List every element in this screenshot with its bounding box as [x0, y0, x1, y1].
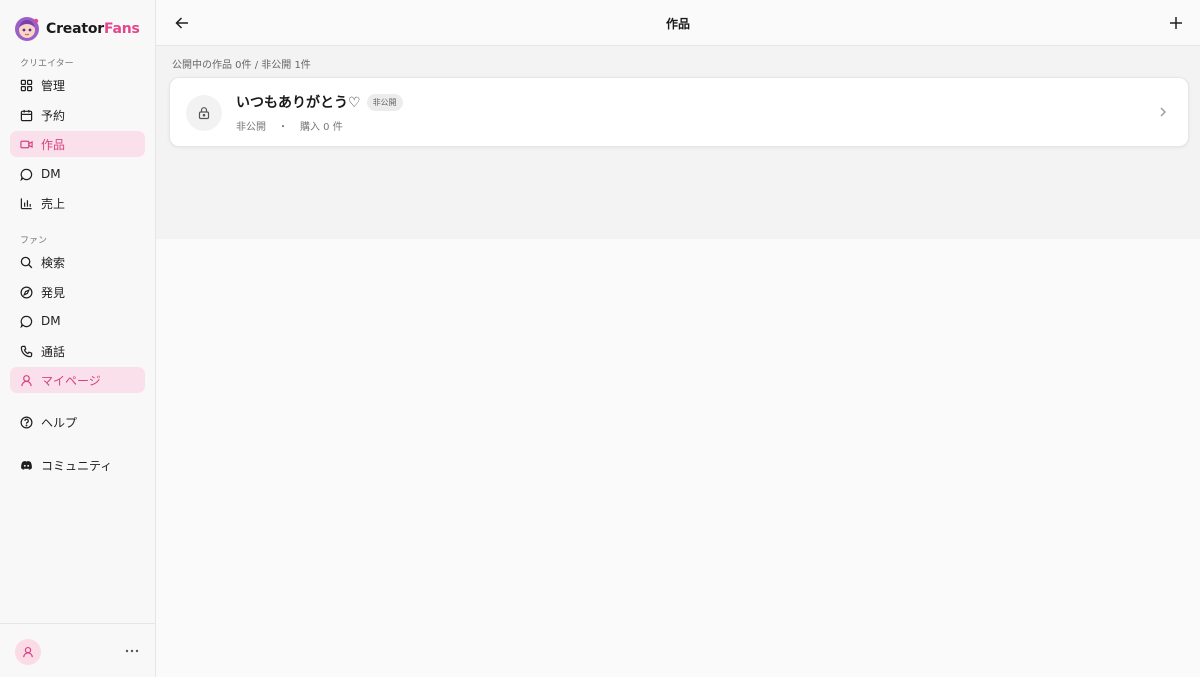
user-icon	[20, 374, 33, 387]
sidebar-item-label: DM	[41, 314, 61, 328]
compass-icon	[20, 286, 33, 299]
chat-bubble-icon	[20, 315, 33, 328]
sidebar-item-label: 検索	[41, 255, 66, 270]
work-title-row: いつもありがとう♡ 非公開	[236, 92, 403, 112]
status-badge: 非公開	[366, 93, 403, 111]
work-title: いつもありがとう♡	[236, 95, 361, 111]
sidebar-item-label: 作品	[41, 137, 66, 152]
meta-separator: ・	[278, 122, 288, 133]
lock-icon	[198, 107, 210, 120]
sidebar-item-reservation[interactable]: 予約	[10, 102, 145, 128]
work-card[interactable]: いつもありがとう♡ 非公開 非公開 ・ 購入 0 件	[169, 77, 1189, 147]
help-circle-icon	[20, 416, 33, 429]
bar-chart-icon	[20, 197, 33, 210]
avatar[interactable]	[15, 639, 41, 665]
section-label-creator: クリエイター	[20, 59, 74, 69]
sidebar-item-search[interactable]: 検索	[10, 249, 145, 275]
sidebar-item-help[interactable]: ヘルプ	[10, 409, 145, 435]
sidebar-item-discover[interactable]: 発見	[10, 279, 145, 305]
chevron-right-icon	[1156, 105, 1170, 119]
brand-name: CreatorFans	[46, 21, 140, 37]
sidebar-item-label: ヘルプ	[41, 415, 78, 430]
works-summary: 公開中の作品 0件 / 非公開 1件	[172, 60, 311, 71]
work-purchases: 購入 0 件	[300, 122, 343, 133]
brand-logo-icon	[15, 17, 39, 41]
sidebar-item-dm-fan[interactable]: DM	[10, 308, 145, 334]
brand[interactable]: CreatorFans	[14, 16, 140, 42]
top-bar: 作品	[156, 0, 1200, 46]
user-icon	[23, 646, 33, 658]
add-work-button[interactable]	[1167, 14, 1185, 32]
work-meta: 非公開 ・ 購入 0 件	[236, 118, 343, 133]
chat-bubble-icon	[20, 168, 33, 181]
sidebar-item-mypage[interactable]: マイページ	[10, 367, 145, 393]
sidebar-item-label: マイページ	[41, 373, 101, 388]
video-icon	[20, 138, 33, 151]
sidebar-item-manage[interactable]: 管理	[10, 72, 145, 98]
sidebar-item-label: 管理	[41, 78, 66, 93]
calendar-icon	[20, 109, 33, 122]
sidebar-item-label: 通話	[41, 344, 66, 359]
sidebar-item-label: 予約	[41, 108, 66, 123]
plus-icon	[1170, 17, 1182, 29]
sidebar-item-label: 発見	[41, 285, 66, 300]
more-horizontal-icon	[125, 649, 139, 653]
sidebar-item-label: DM	[41, 167, 61, 181]
section-label-fan: ファン	[20, 236, 48, 246]
sidebar: CreatorFans クリエイター 管理 予約 作品 DM 売上 ファン 検索…	[0, 0, 156, 677]
sidebar-item-works[interactable]: 作品	[10, 131, 145, 157]
sidebar-item-sales[interactable]: 売上	[10, 190, 145, 216]
work-thumbnail	[186, 95, 222, 131]
works-list-area: 公開中の作品 0件 / 非公開 1件 いつもありがとう♡ 非公開 非公開 ・ 購…	[156, 46, 1200, 239]
sidebar-item-label: コミュニティ	[41, 458, 113, 473]
sidebar-item-dm-creator[interactable]: DM	[10, 161, 145, 187]
sidebar-footer	[0, 623, 155, 677]
search-icon	[20, 256, 33, 269]
work-status: 非公開	[236, 122, 266, 133]
phone-icon	[20, 345, 33, 358]
page-title: 作品	[665, 17, 690, 31]
more-options-button[interactable]	[123, 642, 141, 660]
grid-icon	[20, 79, 33, 92]
main-content: 作品 公開中の作品 0件 / 非公開 1件 いつもありがとう♡ 非公開 非公開 …	[156, 0, 1200, 677]
sidebar-item-label: 売上	[41, 196, 66, 211]
sidebar-item-community[interactable]: コミュニティ	[10, 452, 145, 478]
discord-icon	[20, 459, 33, 472]
sidebar-item-call[interactable]: 通話	[10, 338, 145, 364]
